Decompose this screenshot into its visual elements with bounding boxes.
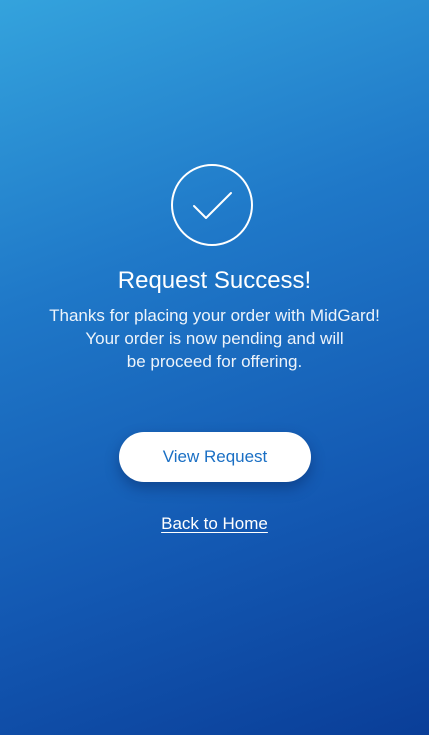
back-to-home-link[interactable]: Back to Home <box>0 513 429 535</box>
view-request-button[interactable]: View Request <box>119 432 311 482</box>
success-message-line: be proceed for offering. <box>126 352 303 371</box>
checkmark-circle-icon <box>171 164 253 246</box>
success-message-line: Your order is now pending and will <box>85 329 344 348</box>
request-success-screen: Request Success! Thanks for placing your… <box>0 0 429 735</box>
checkmark-icon <box>193 192 232 219</box>
success-message: Thanks for placing your order with MidGa… <box>20 304 409 373</box>
success-title: Request Success! <box>117 267 312 294</box>
success-message-line: Thanks for placing your order with MidGa… <box>49 306 380 325</box>
